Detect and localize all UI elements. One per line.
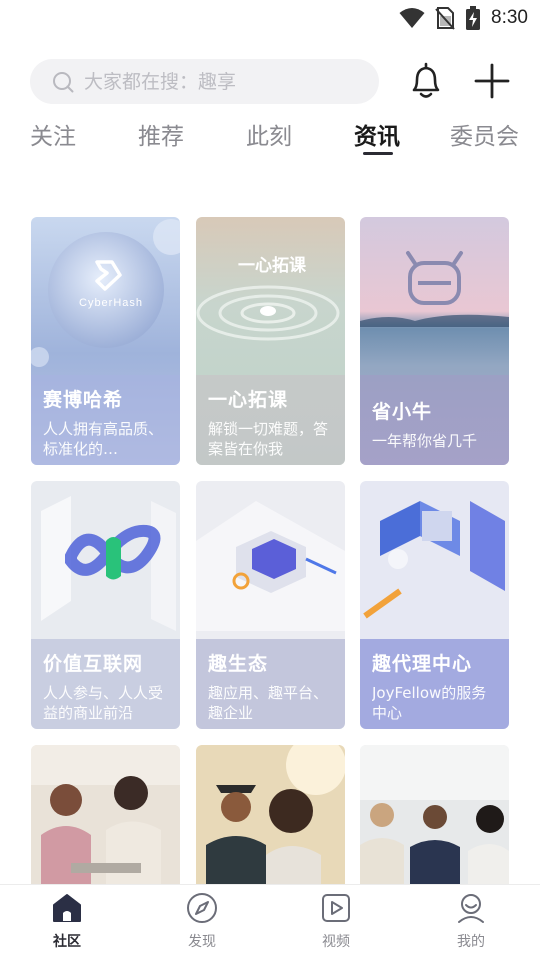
wifi-icon — [399, 8, 425, 28]
nav-label: 我的 — [457, 934, 485, 950]
card-description: 趣应用、趣平台、趣企业 — [208, 684, 329, 722]
search-icon — [53, 71, 74, 92]
battery-charging-icon — [466, 6, 481, 30]
nav-profile[interactable]: 我的 — [431, 891, 511, 951]
friends-smiling-photo — [196, 745, 345, 895]
nav-discover[interactable]: 发现 — [162, 891, 242, 951]
tab-follow[interactable]: 关注 — [30, 117, 76, 151]
card-cyberhash[interactable]: CyberHash 赛博哈希 人人拥有高品质、标准化的… — [31, 217, 180, 465]
card-title: 一心拓课 — [208, 389, 289, 411]
nav-label: 社区 — [53, 934, 81, 950]
status-bar: 8:30 — [0, 0, 540, 36]
bottom-navigation: 社区 发现 视频 我的 — [0, 884, 540, 960]
people-working-photo — [31, 745, 180, 895]
yixin-logo-text: 一心拓课 — [238, 256, 306, 276]
card-description: 人人参与、人人受益的商业前沿 — [43, 684, 164, 722]
card-photo-people-3[interactable] — [360, 745, 509, 895]
card-title: 价值互联网 — [43, 653, 144, 675]
card-photo-people-2[interactable] — [196, 745, 345, 895]
tab-recommend[interactable]: 推荐 — [138, 117, 184, 151]
card-description: 人人拥有高品质、标准化的… — [43, 420, 164, 458]
compass-icon — [187, 893, 217, 923]
card-title: 趣生态 — [208, 653, 269, 675]
office-meeting-photo — [360, 745, 509, 895]
card-caption: 趣生态 趣应用、趣平台、趣企业 — [196, 639, 345, 729]
status-icons: 8:30 — [399, 6, 528, 30]
card-caption: 价值互联网 人人参与、人人受益的商业前沿 — [31, 639, 180, 729]
card-caption: 赛博哈希 人人拥有高品质、标准化的… — [31, 375, 180, 465]
search-bar[interactable] — [30, 59, 379, 104]
category-tabs: 关注 推荐 此刻 资讯 委员会 — [0, 117, 540, 165]
tab-now[interactable]: 此刻 — [246, 117, 292, 151]
card-value-internet[interactable]: 价值互联网 人人参与、人人受益的商业前沿 — [31, 481, 180, 729]
card-caption: 一心拓课 解锁一切难题，答案皆在你我 — [196, 375, 345, 465]
search-input[interactable] — [84, 70, 344, 93]
card-description: 一年帮你省几千 — [372, 432, 478, 450]
card-description: 解锁一切难题，答案皆在你我 — [208, 420, 329, 458]
nav-community[interactable]: 社区 — [27, 891, 107, 951]
active-tab-indicator — [363, 152, 393, 155]
card-ecosystem[interactable]: 趣生态 趣应用、趣平台、趣企业 — [196, 481, 345, 729]
card-agent-center[interactable]: 趣代理中心 JoyFellow的服务中心 — [360, 481, 509, 729]
plus-icon[interactable] — [472, 62, 512, 100]
nav-video[interactable]: 视频 — [296, 891, 376, 951]
cyberhash-logo-text: CyberHash — [79, 297, 144, 309]
home-icon — [53, 894, 81, 922]
nav-label: 视频 — [322, 934, 350, 950]
tab-committee[interactable]: 委员会 — [450, 117, 519, 151]
card-title: 省小牛 — [372, 401, 433, 423]
video-icon — [322, 894, 350, 922]
card-description: JoyFellow的服务中心 — [372, 684, 487, 722]
tab-news[interactable]: 资讯 — [354, 117, 400, 151]
card-title: 赛博哈希 — [43, 389, 124, 411]
card-title: 趣代理中心 — [372, 653, 473, 675]
card-shengxiaoniu[interactable]: 省小牛 一年帮你省几千 — [360, 217, 509, 465]
nav-label: 发现 — [188, 934, 216, 950]
card-yixin-tuoke[interactable]: 一心拓课 一心拓课 解锁一切难题，答案皆在你我 — [196, 217, 345, 465]
profile-icon — [458, 894, 484, 923]
card-caption: 省小牛 一年帮你省几千 — [360, 375, 509, 465]
bell-icon[interactable] — [406, 60, 446, 102]
status-time: 8:30 — [491, 7, 528, 28]
no-sim-icon — [435, 7, 455, 30]
card-photo-people-1[interactable] — [31, 745, 180, 895]
card-caption: 趣代理中心 JoyFellow的服务中心 — [360, 639, 509, 729]
